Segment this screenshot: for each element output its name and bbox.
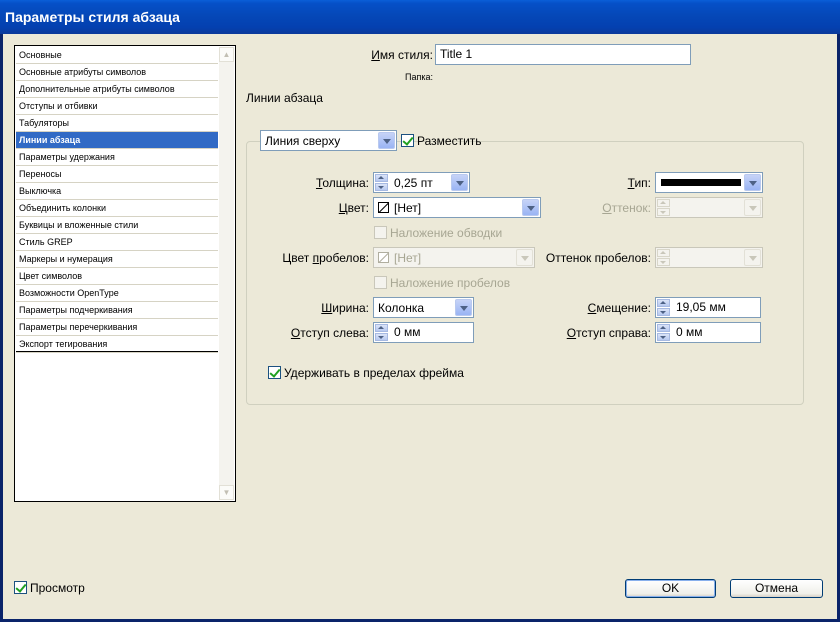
left-indent-input[interactable]: 0 мм — [373, 322, 474, 343]
ok-button[interactable]: OK — [625, 579, 716, 598]
no-color-swatch-icon — [378, 252, 389, 263]
tint-label: Оттенок: — [602, 201, 651, 215]
category-item[interactable]: Объединить колонки — [16, 200, 218, 217]
list-scrollbar[interactable]: ▲ ▼ — [219, 47, 234, 500]
gap-color-label: Цвет пробелов: — [282, 251, 369, 265]
dialog-body: Основные Основные атрибуты символов Дополн… — [3, 34, 837, 619]
category-item[interactable]: Дополнительные атрибуты символов — [16, 81, 218, 98]
category-item[interactable]: Параметры удержания — [16, 149, 218, 166]
overprint-gap-checkbox[interactable] — [374, 276, 387, 289]
overprint-gap-label: Наложение пробелов — [390, 276, 511, 290]
dropdown-arrow-icon — [516, 249, 533, 266]
dropdown-arrow-icon[interactable] — [455, 299, 472, 316]
spinner-icon — [657, 199, 670, 216]
section-title: Линии абзаца — [246, 91, 323, 105]
gap-tint-select[interactable] — [655, 247, 763, 268]
offset-label: Смещение: — [587, 301, 651, 315]
category-item[interactable]: Параметры перечеркивания — [16, 319, 218, 336]
right-indent-input[interactable]: 0 мм — [655, 322, 761, 343]
spinner-icon[interactable] — [657, 324, 670, 341]
category-item[interactable]: Табуляторы — [16, 115, 218, 132]
category-item[interactable]: Выключка — [16, 183, 218, 200]
keep-in-frame-checkbox[interactable] — [268, 366, 281, 379]
color-label: Цвет: — [338, 201, 369, 215]
overprint-stroke-label: Наложение обводки — [390, 226, 503, 240]
category-item[interactable]: Основные — [16, 47, 218, 64]
category-item[interactable]: Отступы и отбивки — [16, 98, 218, 115]
category-item[interactable]: Линии абзаца — [16, 132, 218, 149]
scroll-down-icon[interactable]: ▼ — [219, 485, 234, 500]
width-select[interactable]: Колонка — [373, 297, 474, 318]
dropdown-arrow-icon[interactable] — [522, 199, 539, 216]
category-item[interactable]: Маркеры и нумерация — [16, 251, 218, 268]
dropdown-arrow-icon[interactable] — [744, 174, 761, 191]
scroll-up-icon[interactable]: ▲ — [219, 47, 234, 62]
overprint-stroke-checkbox[interactable] — [374, 226, 387, 239]
keep-in-frame-label: Удерживать в пределах фрейма — [284, 366, 464, 380]
width-label: Ширина: — [321, 301, 369, 315]
right-indent-label: Отступ справа: — [566, 326, 651, 340]
solid-line-icon — [661, 179, 741, 186]
preview-checkbox[interactable] — [14, 581, 27, 594]
type-select[interactable] — [655, 172, 763, 193]
category-item[interactable]: Стиль GREP — [16, 234, 218, 251]
weight-select[interactable]: 0,25 пт — [373, 172, 470, 193]
group-divider — [495, 141, 795, 142]
spinner-icon[interactable] — [657, 299, 670, 316]
left-indent-label: Отступ слева: — [290, 326, 369, 340]
offset-input[interactable]: 19,05 мм — [655, 297, 761, 318]
gap-color-select[interactable]: [Нет] — [373, 247, 535, 268]
gap-tint-label: Оттенок пробелов: — [545, 251, 651, 265]
category-item[interactable]: Возможности OpenType — [16, 285, 218, 302]
no-color-swatch-icon — [378, 202, 389, 213]
preview-label: Просмотр — [30, 581, 85, 595]
spinner-icon[interactable] — [375, 174, 388, 191]
dropdown-arrow-icon — [744, 199, 761, 216]
weight-label: Толщина: — [315, 176, 369, 190]
category-item[interactable]: Переносы — [16, 166, 218, 183]
type-label: Тип: — [627, 176, 651, 190]
category-item[interactable]: Буквицы и вложенные стили — [16, 217, 218, 234]
cancel-button[interactable]: Отмена — [730, 579, 823, 598]
category-list: Основные Основные атрибуты символов Дополн… — [14, 45, 236, 502]
style-name-label: Имя стиля: — [371, 48, 433, 62]
tint-select[interactable] — [655, 197, 763, 218]
spinner-icon[interactable] — [375, 324, 388, 341]
spinner-icon — [657, 249, 670, 266]
rule-position-select[interactable]: Линия сверху — [260, 130, 397, 151]
category-items: Основные Основные атрибуты символов Дополн… — [16, 47, 218, 353]
dropdown-arrow-icon[interactable] — [451, 174, 468, 191]
folder-label: Папка: — [405, 72, 433, 82]
style-name-input[interactable]: Title 1 — [435, 44, 691, 65]
category-item[interactable]: Основные атрибуты символов — [16, 64, 218, 81]
dropdown-arrow-icon — [744, 249, 761, 266]
window-title: Параметры стиля абзаца — [0, 0, 840, 34]
color-select[interactable]: [Нет] — [373, 197, 541, 218]
category-item[interactable]: Цвет символов — [16, 268, 218, 285]
category-item[interactable]: Экспорт тегирования — [16, 336, 218, 353]
category-item[interactable]: Параметры подчеркивания — [16, 302, 218, 319]
dropdown-arrow-icon[interactable] — [378, 132, 395, 149]
place-rule-checkbox[interactable] — [401, 134, 414, 147]
place-rule-label: Разместить — [417, 134, 482, 148]
